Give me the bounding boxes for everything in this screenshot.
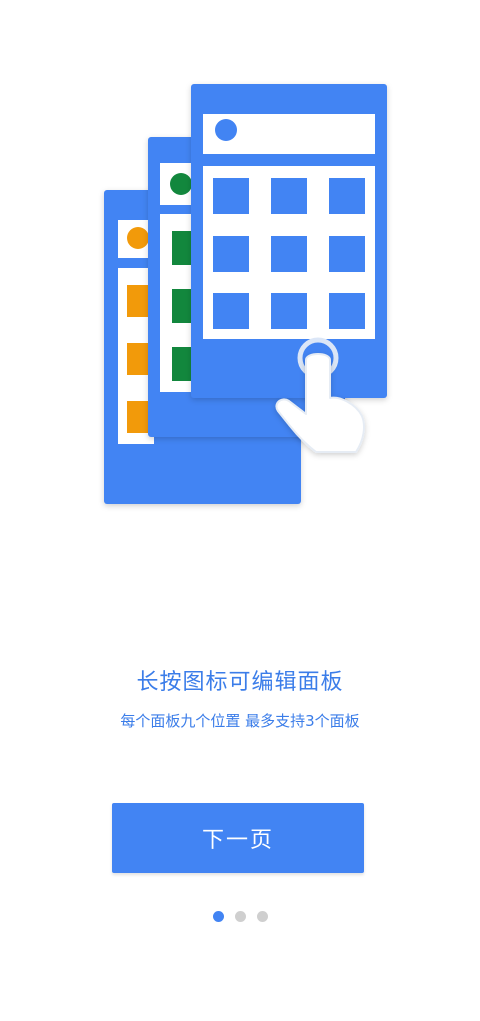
onboarding-title: 长按图标可编辑面板: [136, 670, 344, 695]
front-panel-grid: [191, 84, 387, 398]
page-indicator: [0, 911, 480, 922]
next-page-button[interactable]: 下一页: [112, 803, 364, 873]
page-dot-1[interactable]: [212, 911, 224, 922]
page-dot-2[interactable]: [234, 911, 246, 922]
onboarding-subtitle: 每个面板九个位置 最多支持3个面板: [120, 712, 360, 730]
onboarding-screen: 长按图标可编辑面板 每个面板九个位置 最多支持3个面板 下一页: [0, 0, 480, 1021]
page-dot-3[interactable]: [256, 911, 268, 922]
panels-illustration: [104, 84, 387, 504]
